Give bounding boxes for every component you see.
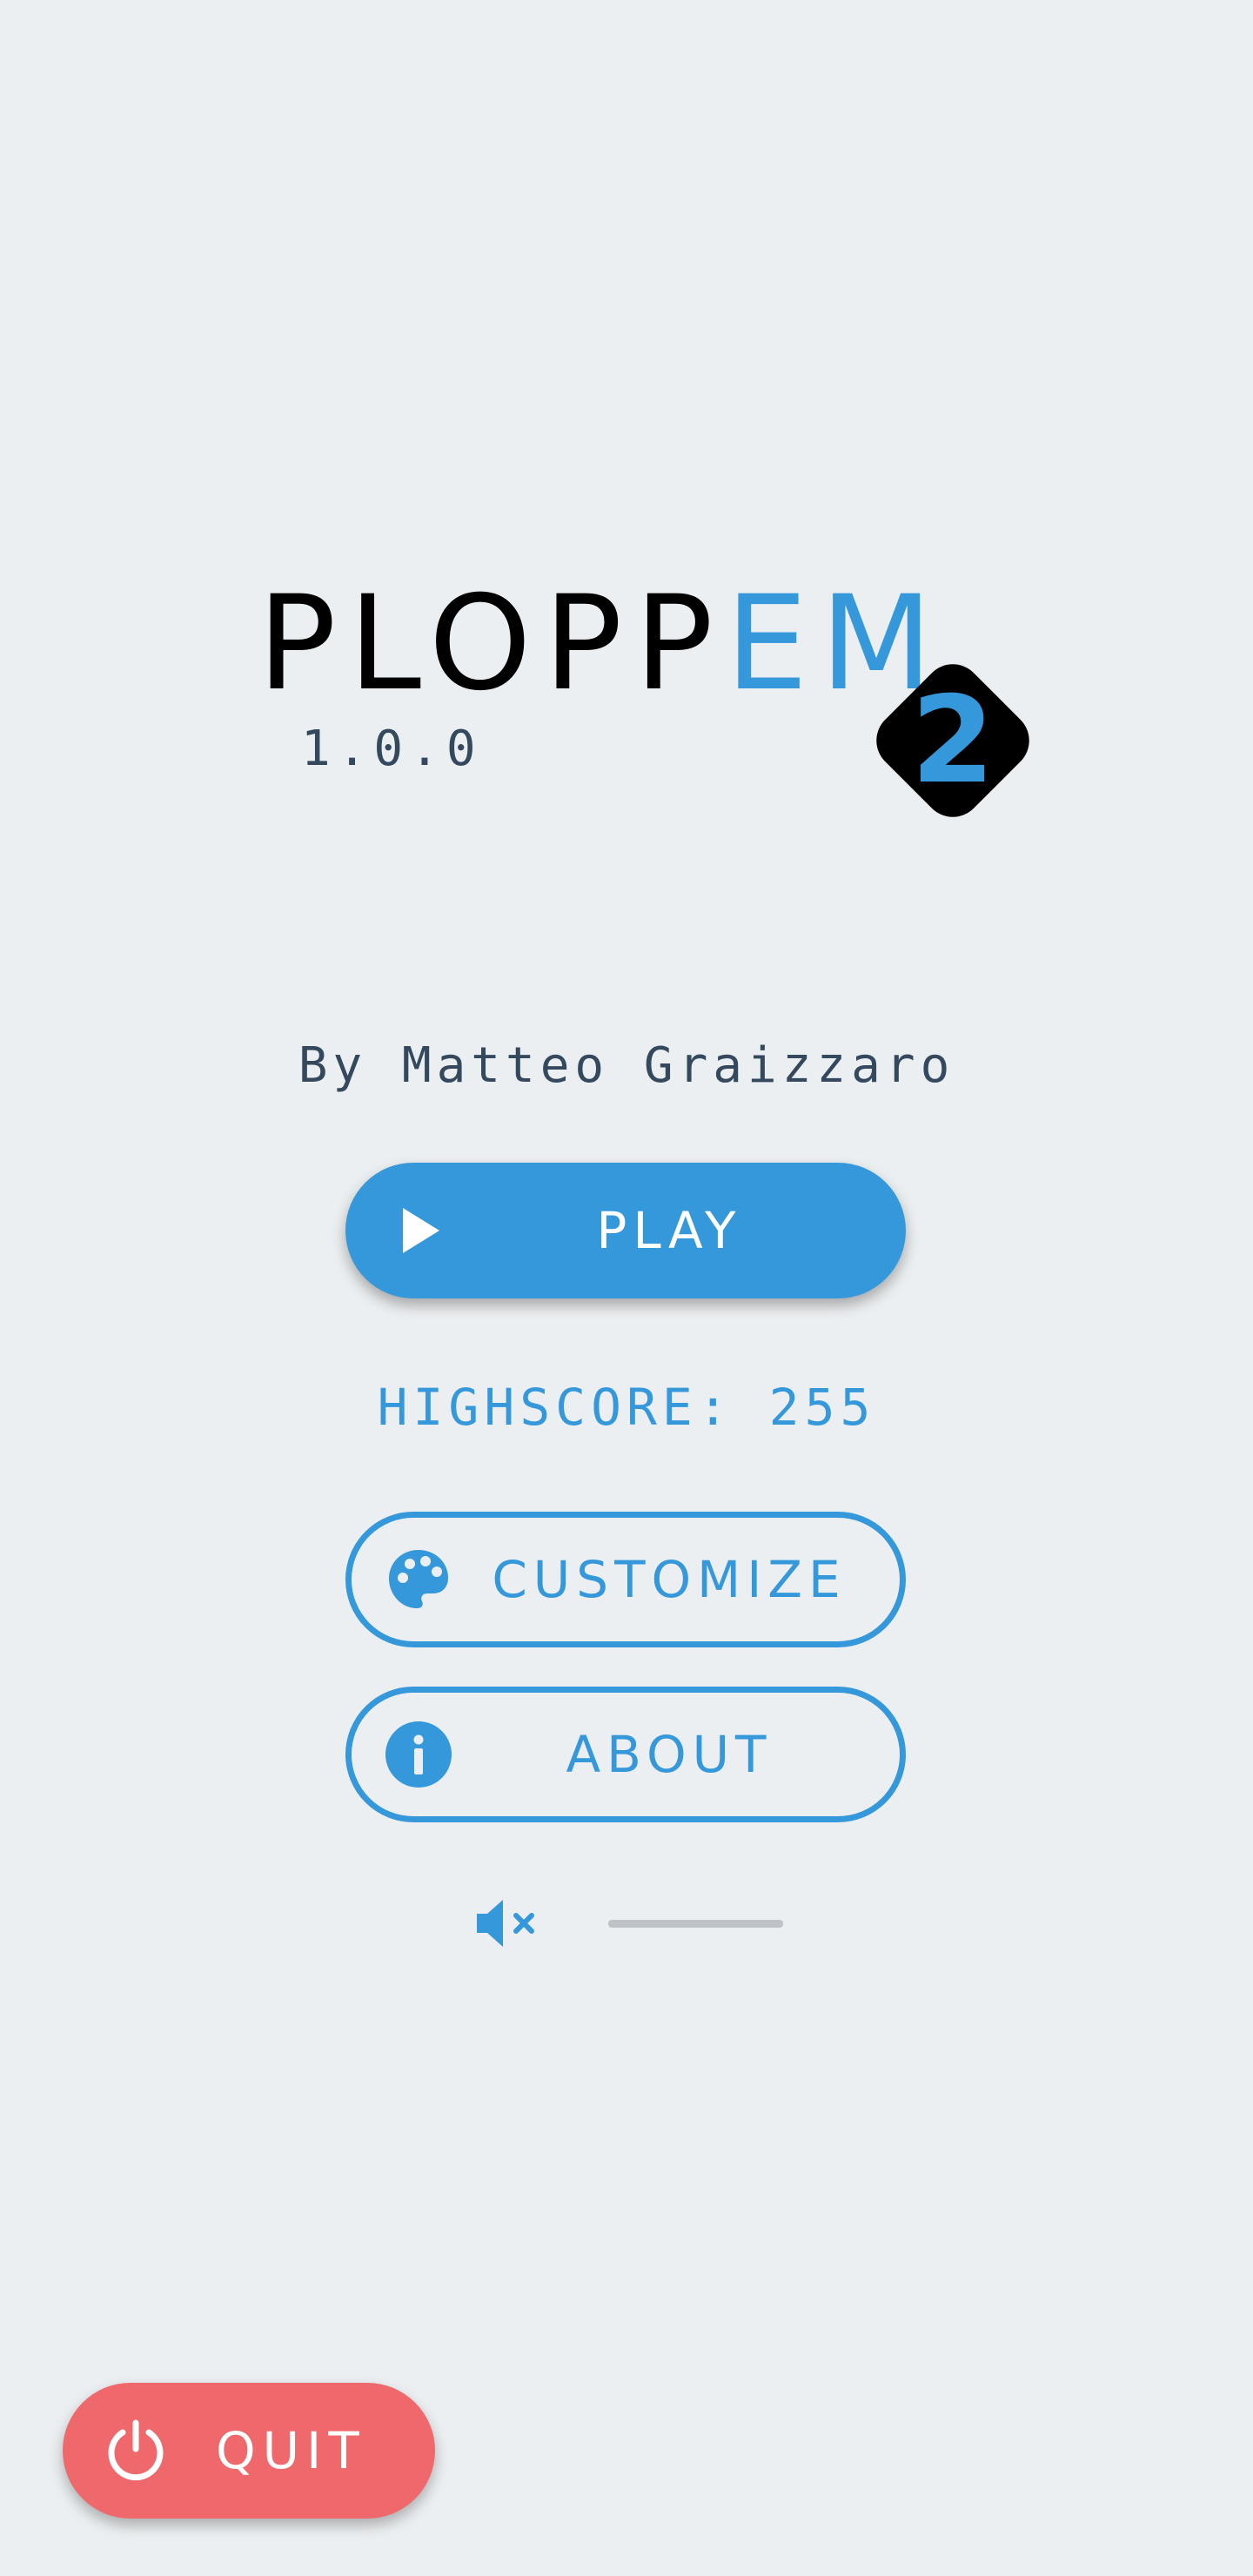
volume-slider[interactable] (608, 1913, 783, 1934)
version-label: 1.0.0 (301, 721, 483, 777)
quit-button[interactable]: QUIT (63, 2383, 435, 2519)
customize-button[interactable]: CUSTOMIZE (345, 1512, 906, 1647)
highscore-label: HIGHSCORE: 255 (377, 1378, 876, 1437)
volume-mute-icon[interactable] (475, 1895, 541, 1951)
about-button-label: ABOUT (566, 1725, 773, 1784)
logo-title: PLOPPEM (258, 574, 945, 714)
logo-badge-number: 2 (910, 670, 995, 810)
play-button[interactable]: PLAY (345, 1163, 906, 1298)
about-button[interactable]: ABOUT (345, 1687, 906, 1822)
game-logo: PLOPPEM 2 (258, 574, 1042, 829)
author-credit: By Matteo Graizzaro (298, 1037, 955, 1094)
logo-badge: 2 (861, 649, 1044, 832)
power-icon (108, 2419, 164, 2481)
play-button-label: PLAY (596, 1201, 742, 1260)
volume-slider-track (608, 1920, 783, 1928)
quit-button-label: QUIT (216, 2421, 366, 2480)
customize-button-label: CUSTOMIZE (492, 1550, 847, 1609)
logo-title-dark: PLOPP (258, 568, 726, 720)
